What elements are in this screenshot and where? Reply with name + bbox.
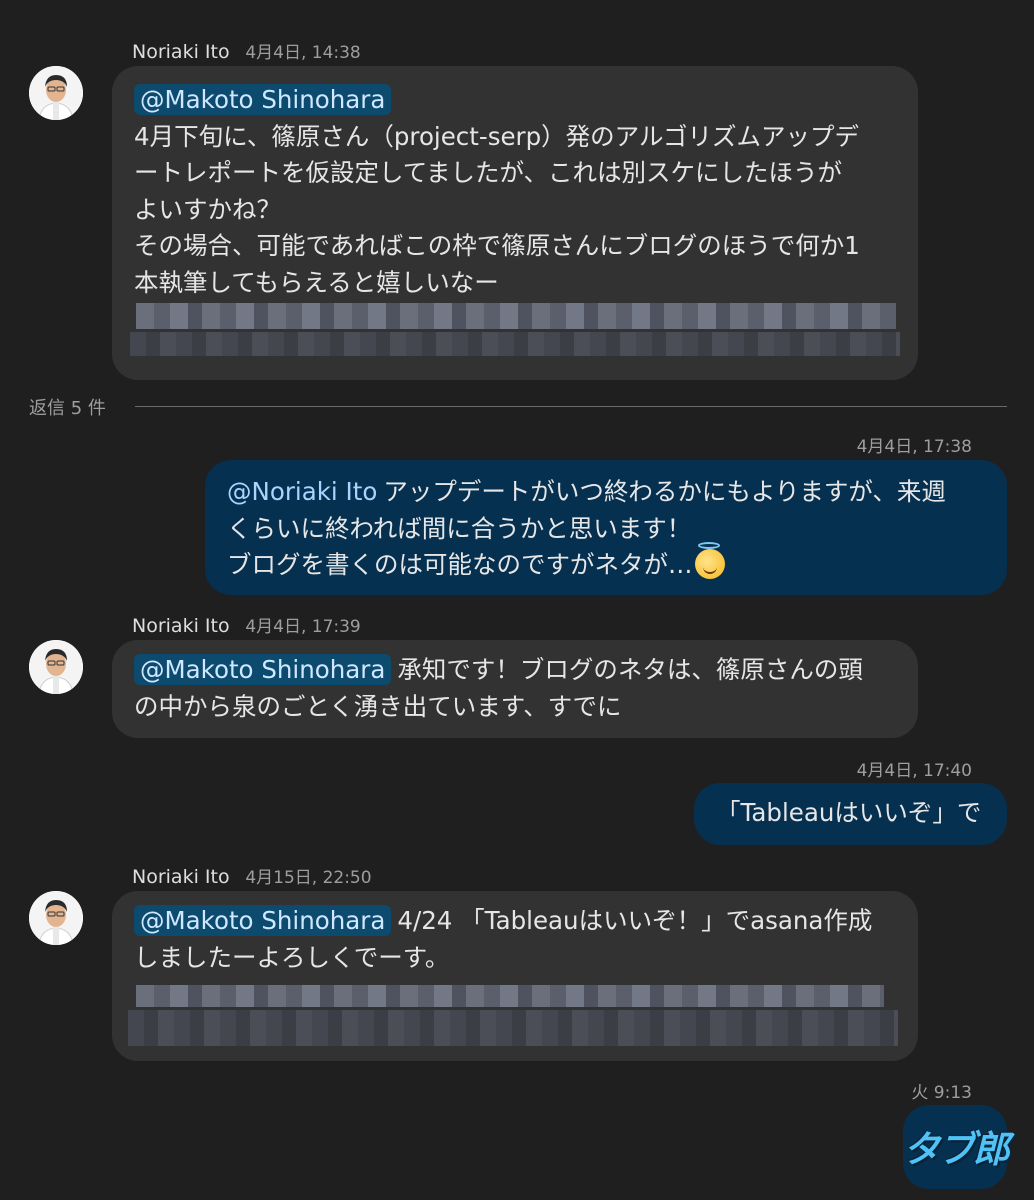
message-header: Noriaki Ito 4月4日, 14:38	[132, 38, 361, 63]
redacted-link-preview	[128, 1010, 898, 1046]
mention-chip[interactable]: @Makoto Shinohara	[134, 905, 392, 936]
message-bubble[interactable]: @Makoto Shinohara 承知です！ブログのネタは、篠原さんの頭 の中か…	[112, 640, 918, 738]
avatar[interactable]	[29, 66, 83, 120]
message-text-line: 4月下旬に、篠原さん（project-serp）発のアルゴリズムアップデ	[134, 121, 859, 151]
sticker-text: タブ郎	[903, 1128, 1010, 1171]
avatar[interactable]	[29, 640, 83, 694]
message-text-line: の中から泉のごとく湧き出ています、すでに	[134, 691, 622, 721]
message-text-line: 「Tableauはいいぞ」で	[716, 798, 982, 827]
avatar[interactable]	[29, 891, 83, 945]
message-text-line: ートレポートを仮設定してましたが、これは別スケにしたほうが	[134, 158, 843, 187]
message-header: Noriaki Ito 4月15日, 22:50	[132, 863, 372, 888]
message-text-line: よいすかね？	[134, 194, 281, 224]
mention-chip[interactable]: @Makoto Shinohara	[134, 654, 392, 685]
message-header: Noriaki Ito 4月4日, 17:39	[132, 612, 361, 637]
message-bubble-self[interactable]: 「Tableauはいいぞ」で	[694, 783, 1007, 845]
sticker-message[interactable]: タブ郎	[903, 1105, 1010, 1189]
sender-name: Noriaki Ito	[132, 41, 230, 63]
message-time: 4月15日, 22:50	[245, 868, 372, 888]
message-time: 4月4日, 17:39	[245, 617, 361, 637]
sender-name: Noriaki Ito	[132, 866, 230, 888]
message-text-line: 4/24 「Tableauはいいぞ！」でasana作成	[397, 906, 873, 935]
replies-divider	[135, 406, 1007, 407]
message-text-line: 本執筆してもらえると嬉しいなー	[134, 267, 499, 297]
message-text-line: しましたーよろしくでーす。	[134, 942, 450, 972]
chat-thread: Noriaki Ito 4月4日, 14:38 @Makoto Shinohar…	[0, 0, 1034, 1200]
message-text-line: ブログを書くのは可能なのですがネタが…	[227, 550, 693, 579]
message-time: 火 9:13	[911, 1083, 972, 1103]
replies-count[interactable]: 返信 5 件	[29, 394, 106, 420]
message-text-line: その場合、可能であればこの枠で篠原さんにブログのほうで何か1	[134, 231, 860, 260]
mention-chip[interactable]: @Makoto Shinohara	[134, 84, 392, 115]
mention-link[interactable]: @Noriaki Ito	[227, 477, 377, 506]
message-text-line: 承知です！ブログのネタは、篠原さんの頭	[397, 655, 863, 684]
redacted-link-preview	[130, 332, 900, 356]
redacted-link	[136, 303, 896, 329]
message-time: 4月4日, 17:38	[856, 437, 972, 457]
redacted-link	[136, 985, 884, 1007]
message-time: 4月4日, 14:38	[245, 43, 361, 63]
smiling-face-with-halo-icon	[694, 542, 725, 579]
message-bubble-self[interactable]: @Noriaki Ito アップデートがいつ終わるかにもよりますが、来週 くらいに…	[205, 460, 1007, 595]
message-time: 4月4日, 17:40	[856, 761, 972, 781]
message-text-line: くらいに終われば間に合うかと思います！	[227, 513, 692, 543]
message-text-line: アップデートがいつ終わるかにもよりますが、来週	[383, 477, 946, 506]
sender-name: Noriaki Ito	[132, 615, 230, 637]
